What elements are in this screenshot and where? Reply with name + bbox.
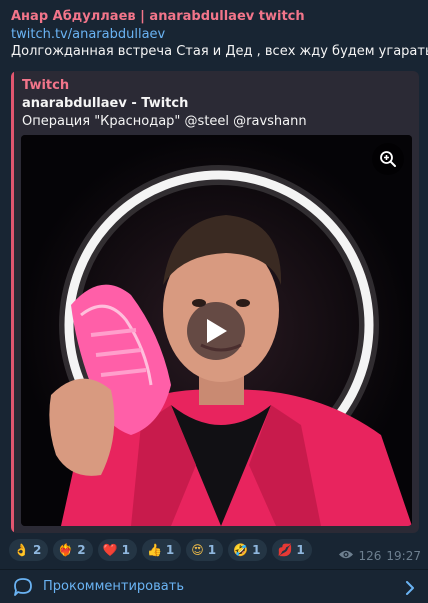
reaction-count: 1 xyxy=(207,543,217,557)
message-bubble: Анар Абдуллаев | anarabdullaev twitch tw… xyxy=(0,0,428,603)
eye-icon xyxy=(338,549,354,563)
reaction-rofl[interactable]: 🤣 1 xyxy=(228,539,268,561)
reaction-emoji: ❤️‍🔥 xyxy=(58,543,74,557)
comment-icon xyxy=(13,577,33,597)
reaction-emoji: ❤️ xyxy=(102,543,118,557)
preview-video-thumbnail[interactable] xyxy=(21,135,412,526)
reaction-emoji: 💋 xyxy=(277,543,293,557)
link-preview[interactable]: Twitch anarabdullaev - Twitch Операция "… xyxy=(11,71,419,533)
view-count: 126 xyxy=(358,549,382,563)
preview-title: anarabdullaev - Twitch xyxy=(22,96,189,111)
reaction-emoji: 😍 xyxy=(191,543,204,557)
reaction-heart-eyes[interactable]: 😍 1 xyxy=(186,539,224,561)
reaction-kiss[interactable]: 💋 1 xyxy=(272,539,312,561)
reaction-count: 2 xyxy=(77,543,86,557)
play-icon[interactable] xyxy=(187,302,245,360)
reaction-emoji: 🤣 xyxy=(233,543,249,557)
sender-name[interactable]: Анар Абдуллаев | anarabdullaev twitch xyxy=(11,9,305,24)
reaction-ok[interactable]: 👌 2 xyxy=(9,539,49,561)
reaction-count: 1 xyxy=(165,543,175,557)
reaction-count: 1 xyxy=(121,543,130,557)
reactions-bar: 👌 2 ❤️‍🔥 2 ❤️ 1 👍 1 😍 1 🤣 1 💋 1 xyxy=(9,539,312,561)
reaction-thumbs-up[interactable]: 👍 1 xyxy=(141,539,182,561)
reaction-count: 1 xyxy=(252,543,261,557)
comment-button[interactable]: Прокомментировать xyxy=(0,570,428,603)
message-link[interactable]: twitch.tv/anarabdullaev xyxy=(11,27,165,42)
comment-label: Прокомментировать xyxy=(43,579,184,594)
preview-description: Операция "Краснодар" @steel @ravshann xyxy=(22,114,307,129)
message-meta: 126 19:27 xyxy=(338,549,421,563)
reaction-emoji: 👍 xyxy=(146,543,162,557)
chevron-right-icon xyxy=(404,580,416,595)
reaction-emoji: 👌 xyxy=(14,543,29,557)
reaction-heart[interactable]: ❤️ 1 xyxy=(97,539,137,561)
reaction-count: 1 xyxy=(296,543,305,557)
reaction-count: 2 xyxy=(32,543,42,557)
message-text: Долгожданная встреча Стая и Дед , всех ж… xyxy=(11,44,428,59)
preview-site-name: Twitch xyxy=(22,78,70,93)
message-time: 19:27 xyxy=(386,549,421,563)
zoom-in-icon[interactable] xyxy=(372,143,404,175)
reaction-heart-fire[interactable]: ❤️‍🔥 2 xyxy=(53,539,93,561)
preview-accent-bar xyxy=(11,71,14,533)
